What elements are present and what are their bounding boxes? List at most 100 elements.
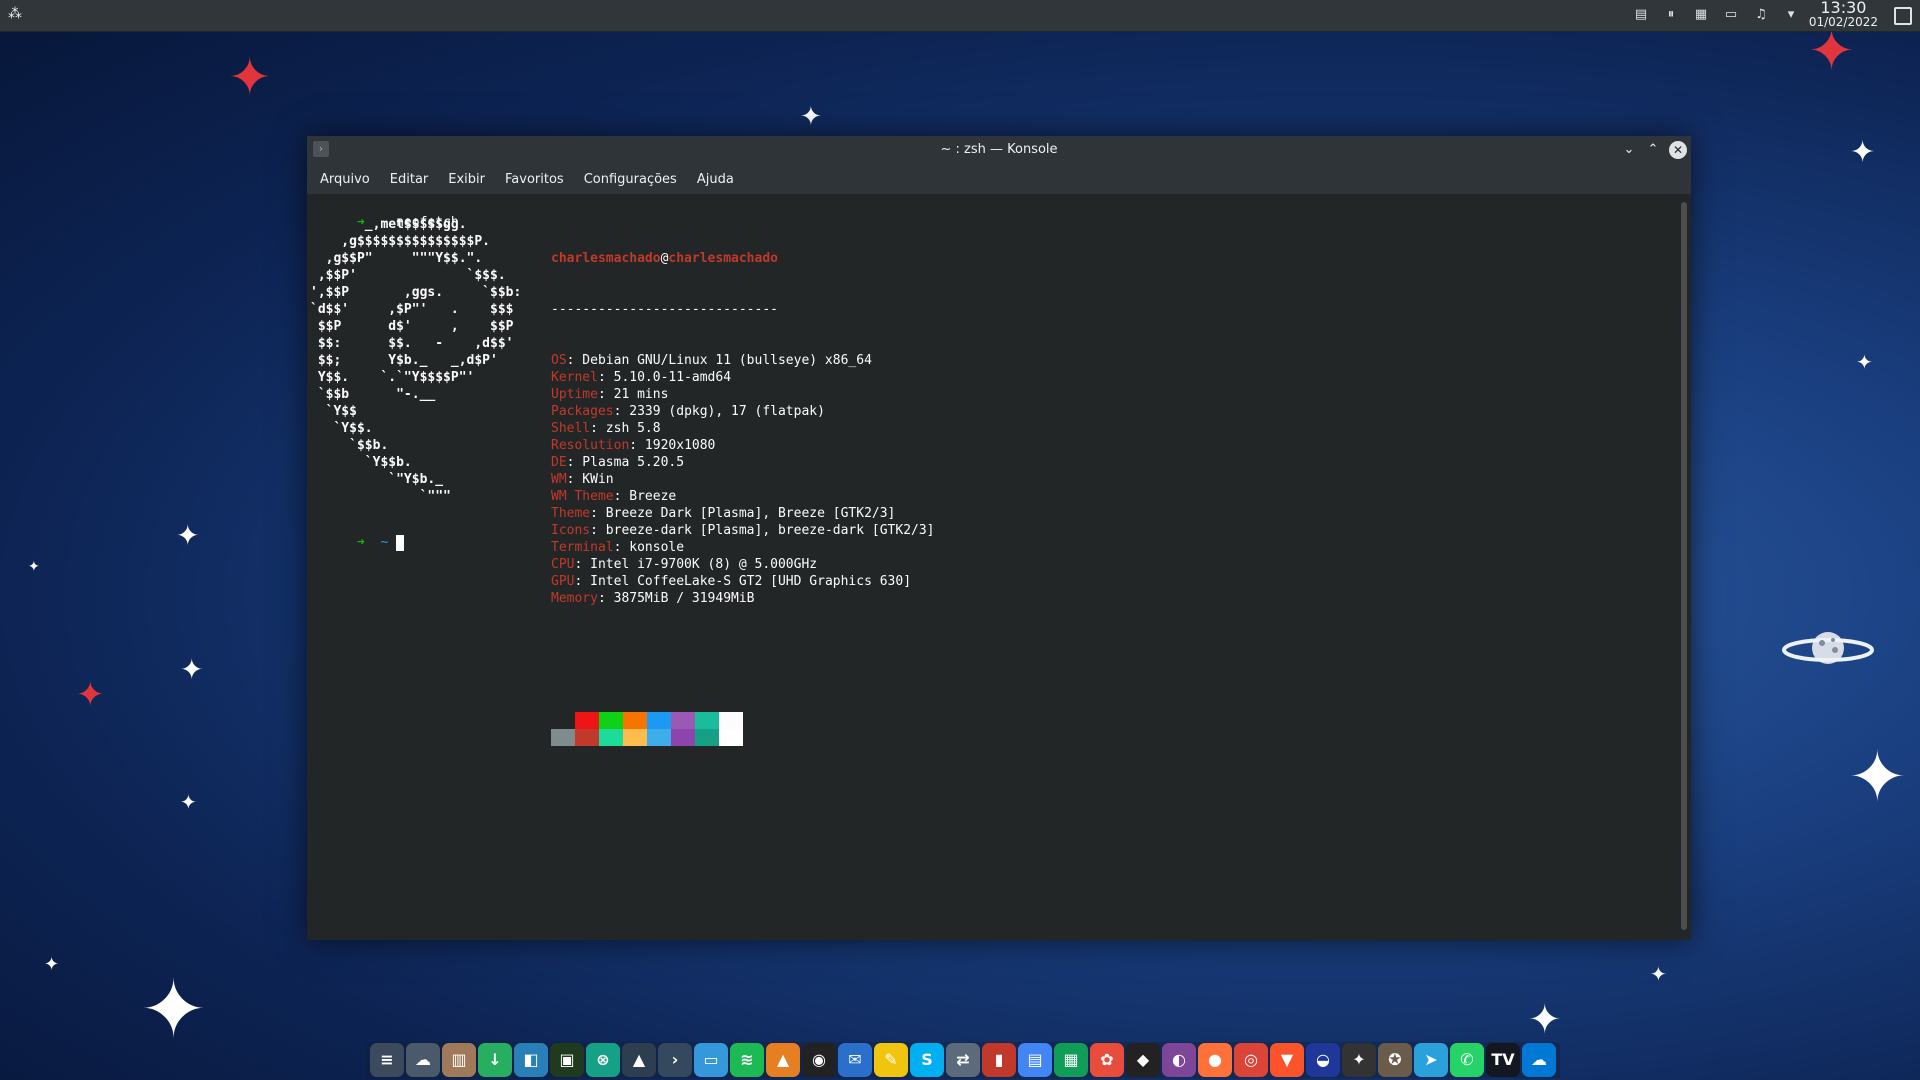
anydesk-icon[interactable]: ⇄ <box>946 1043 980 1077</box>
star-decoration: ✦ <box>140 963 208 1056</box>
spotify-icon[interactable]: ≋ <box>730 1043 764 1077</box>
hostname: charlesmachado <box>668 251 778 266</box>
thunderbird-icon[interactable]: ✉ <box>838 1043 872 1077</box>
menu-bar: Arquivo Editar Exibir Favoritos Configur… <box>307 164 1691 194</box>
network-icon[interactable]: ▭ <box>1722 6 1740 24</box>
logo-line: `Y$$. <box>310 421 373 436</box>
menu-exibir[interactable]: Exibir <box>438 172 495 187</box>
application-launcher-icon[interactable]: ⁂ <box>8 6 26 24</box>
skype-icon[interactable]: S <box>910 1043 944 1077</box>
minimize-button[interactable]: ⌄ <box>1619 140 1639 160</box>
info-key: Icons <box>551 523 591 538</box>
star-decoration: ✦ <box>28 559 40 575</box>
notes-icon[interactable]: ✎ <box>874 1043 908 1077</box>
red-star-decoration: ✦ <box>228 48 272 108</box>
logo-line: ,g$$$$$$$$$$$$$$$P. <box>310 234 491 249</box>
telegram-icon[interactable]: ➤ <box>1414 1043 1448 1077</box>
logo-line: `"Y$b._ <box>310 472 444 487</box>
menu-editar[interactable]: Editar <box>380 172 439 187</box>
info-value: : zsh 5.8 <box>590 421 661 436</box>
info-line: Packages: 2339 (dpkg), 17 (flatpak) <box>551 403 935 420</box>
menu-arquivo[interactable]: Arquivo <box>310 172 380 187</box>
info-line: Kernel: 5.10.0-11-amd64 <box>551 369 935 386</box>
nextcloud-icon[interactable]: ☁ <box>406 1043 440 1077</box>
sheets-icon[interactable]: ▦ <box>1054 1043 1088 1077</box>
xdm-icon[interactable]: ⊗ <box>586 1043 620 1077</box>
menu-favoritos[interactable]: Favoritos <box>495 172 574 187</box>
star-decoration: ✦ <box>44 954 60 975</box>
discover-icon[interactable]: ◧ <box>514 1043 548 1077</box>
brave-icon[interactable]: ▼ <box>1270 1043 1304 1077</box>
dolphin-icon[interactable]: ▭ <box>694 1043 728 1077</box>
scrollbar[interactable] <box>1681 202 1687 930</box>
info-key: WM Theme <box>551 489 614 504</box>
close-button[interactable]: ✕ <box>1669 141 1687 159</box>
window-titlebar[interactable]: › ~ : zsh — Konsole ⌄ ⌃ ✕ <box>307 136 1691 164</box>
info-key: Shell <box>551 421 591 436</box>
logo-line: `$$b "-.__ <box>310 387 436 402</box>
menu-configuracoes[interactable]: Configurações <box>574 172 687 187</box>
color-swatch <box>695 729 719 746</box>
username: charlesmachado <box>551 251 661 266</box>
red-star-decoration: ✦ <box>76 675 105 715</box>
color-swatch <box>671 729 695 746</box>
star-decoration: ✦ <box>1848 736 1907 818</box>
docs-icon[interactable]: ▤ <box>1018 1043 1052 1077</box>
info-key: GPU <box>551 574 575 589</box>
info-line: Terminal: konsole <box>551 539 935 556</box>
obs-icon[interactable]: ◉ <box>802 1043 836 1077</box>
konsole-icon[interactable]: › <box>658 1043 692 1077</box>
notes-tray-icon[interactable]: ▦ <box>1692 6 1710 24</box>
color-swatch <box>647 712 671 729</box>
info-key: OS <box>551 353 567 368</box>
info-line: Theme: Breeze Dark [Plasma], Breeze [GTK… <box>551 505 935 522</box>
info-key: WM <box>551 472 567 487</box>
terminal-app-icon[interactable]: ▣ <box>550 1043 584 1077</box>
volume-icon[interactable]: ♫ <box>1752 6 1770 24</box>
tradingview-icon[interactable]: TV <box>1486 1043 1520 1077</box>
paint-icon[interactable]: ▮ <box>982 1043 1016 1077</box>
color-swatch <box>599 729 623 746</box>
maximize-button[interactable]: ⌃ <box>1643 140 1663 160</box>
info-key: Packages <box>551 404 614 419</box>
terminal-area[interactable]: ➜ ~ neofetch _,met$$$$$gg. ,g$$$$$$$$$$$… <box>307 194 1673 940</box>
tor-icon[interactable]: ◐ <box>1162 1043 1196 1077</box>
color-swatch <box>719 712 743 729</box>
binance-icon[interactable]: ◆ <box>1126 1043 1160 1077</box>
clock-date: 01/02/2022 <box>1808 15 1878 29</box>
vlc-icon[interactable]: ▲ <box>766 1043 800 1077</box>
info-line: Memory: 3875MiB / 31949MiB <box>551 590 935 607</box>
inkscape-icon[interactable]: ✦ <box>1342 1043 1376 1077</box>
system-info: charlesmachado@charlesmachado ----------… <box>551 216 935 607</box>
filelight-icon[interactable]: ≡ <box>370 1043 404 1077</box>
user-host-line: charlesmachado@charlesmachado <box>551 250 935 267</box>
star-decoration: ✦ <box>180 653 204 686</box>
info-key: Memory <box>551 591 598 606</box>
media-player-icon[interactable]: ⏸ <box>1662 6 1680 24</box>
gimp-icon[interactable]: ✪ <box>1378 1043 1412 1077</box>
vpn-icon[interactable]: ◒ <box>1306 1043 1340 1077</box>
info-value: : konsole <box>613 540 685 555</box>
menu-ajuda[interactable]: Ajuda <box>687 172 744 187</box>
chat-icon[interactable]: ✿ <box>1090 1043 1124 1077</box>
color-swatch <box>719 729 743 746</box>
info-value: : 21 mins <box>597 387 669 402</box>
onedrive-icon[interactable]: ☁ <box>1522 1043 1556 1077</box>
info-key: Uptime <box>551 387 598 402</box>
archive-icon[interactable]: ▥ <box>442 1043 476 1077</box>
prompt-arrow: ➜ <box>356 535 365 550</box>
download-manager-icon[interactable]: ↓ <box>478 1043 512 1077</box>
star-decoration: ✦ <box>1856 350 1873 374</box>
system-monitor-icon[interactable]: ▲ <box>622 1043 656 1077</box>
whatsapp-icon[interactable]: ✆ <box>1450 1043 1484 1077</box>
firefox-icon[interactable]: ● <box>1198 1043 1232 1077</box>
info-value: : KWin <box>566 472 614 487</box>
digital-clock[interactable]: 13:30 01/02/2022 <box>1808 0 1878 29</box>
clipboard-icon[interactable]: ▤ <box>1632 6 1650 24</box>
chevron-down-icon[interactable]: ▾ <box>1782 6 1800 24</box>
show-desktop-icon[interactable] <box>1894 7 1912 25</box>
info-line: GPU: Intel CoffeeLake-S GT2 [UHD Graphic… <box>551 573 935 590</box>
info-line: Icons: breeze-dark [Plasma], breeze-dark… <box>551 522 935 539</box>
chrome-icon[interactable]: ◎ <box>1234 1043 1268 1077</box>
info-key: Kernel <box>551 370 598 385</box>
